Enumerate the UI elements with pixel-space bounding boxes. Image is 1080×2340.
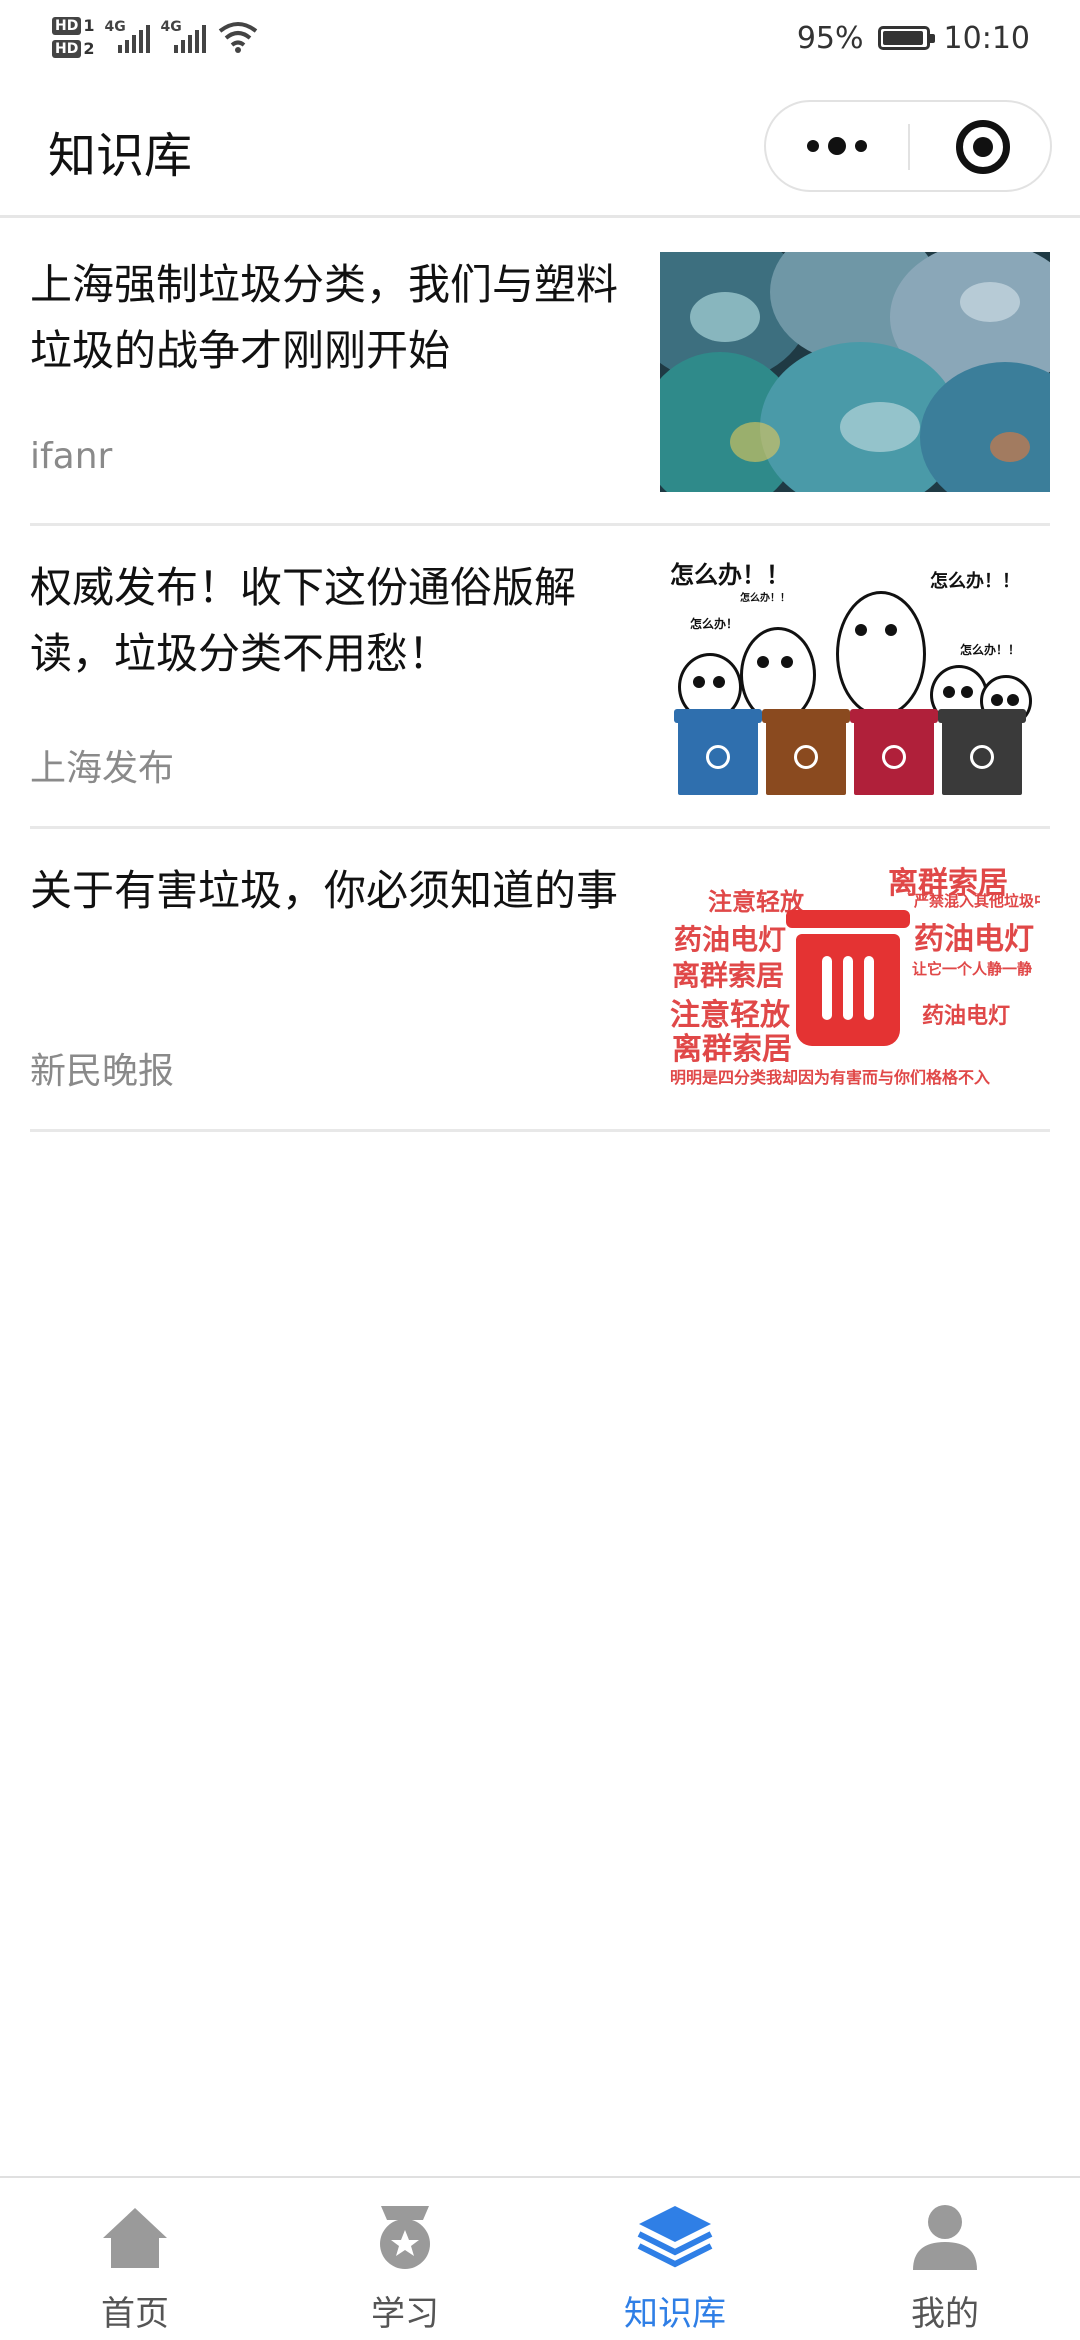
hazardous-waste-word-cloud: 药油电灯 离群索居 注意轻放 严禁混入其他垃圾中 药油电灯 离群索居 注意轻放 … — [668, 858, 1040, 1088]
thumb-text: 明明是四分类我却因为有害而与你们格格不入 — [670, 1068, 991, 1087]
article-source: ifanr — [30, 436, 113, 477]
mini-program-capsule — [764, 100, 1052, 192]
tab-home[interactable]: 首页 — [0, 2178, 270, 2340]
navigation-header: 知识库 — [0, 76, 1080, 218]
list-item[interactable]: 权威发布！收下这份通俗版解读，垃圾分类不用愁！ 上海发布 怎么办！！ 怎么办！！… — [30, 529, 1050, 829]
thumb-text: 怎么办！！ — [740, 593, 790, 604]
tab-knowledge-base-label: 知识库 — [624, 2294, 726, 2334]
medal-star-icon — [380, 2206, 430, 2269]
cellular-signal-2-icon: 4G — [160, 17, 207, 57]
sim2-index: 2 — [83, 39, 95, 58]
article-title: 权威发布！收下这份通俗版解读，垃圾分类不用愁！ — [30, 563, 577, 678]
article-source: 新民晚报 — [30, 1051, 175, 1092]
thumb-text: 离群索居 — [672, 959, 785, 992]
page-title: 知识库 — [48, 128, 193, 184]
dry-waste-bin-icon — [938, 709, 1026, 795]
article-title: 关于有害垃圾，你必须知道的事 — [30, 866, 619, 915]
list-item[interactable]: 上海强制垃圾分类，我们与塑料垃圾的战争才刚刚开始 ifanr — [30, 226, 1050, 526]
wifi-icon — [219, 22, 258, 53]
cellular-signal-1-icon: 4G — [104, 17, 151, 57]
tab-profile[interactable]: 我的 — [810, 2178, 1080, 2340]
battery-percentage: 95% — [796, 20, 864, 56]
article-title: 上海强制垃圾分类，我们与塑料垃圾的战争才刚刚开始 — [30, 260, 619, 375]
thumb-text: 离群索居 — [888, 866, 1008, 901]
thumb-text: 怎么办！ — [690, 617, 739, 631]
thumb-text: 怎么办！！ — [960, 643, 1021, 657]
battery-icon — [877, 26, 935, 50]
tab-study-label: 学习 — [371, 2294, 439, 2334]
tab-profile-label: 我的 — [911, 2294, 979, 2334]
status-bar-right: 95% 10:10 — [797, 10, 1030, 66]
thumb-text: 药油电灯 — [914, 922, 1034, 957]
clock: 10:10 — [943, 20, 1030, 56]
thumb-text: 药油电灯 — [674, 923, 787, 956]
list-item[interactable]: 关于有害垃圾，你必须知道的事 新民晚报 药油电灯 离群索居 注意轻放 严禁混入其… — [30, 832, 1050, 1132]
status-bar: HD 1 HD 2 4G 4G 95% 10:10 — [0, 0, 1080, 76]
bottom-tab-bar: 首页 学习 知识库 我的 — [0, 2176, 1080, 2340]
user-profile-icon — [913, 2205, 977, 2270]
home-icon — [103, 2208, 167, 2268]
layers-stack-icon — [637, 2206, 713, 2268]
recyclable-bin-icon — [674, 709, 762, 795]
article-source: 上海发布 — [30, 748, 175, 789]
tab-knowledge-base[interactable]: 知识库 — [540, 2178, 810, 2340]
thumb-text: 怎么办！！ — [930, 571, 1020, 592]
status-bar-left: HD 1 HD 2 4G 4G — [52, 6, 260, 68]
more-dots-icon[interactable] — [766, 102, 908, 190]
sim1-indicator: HD 1 — [52, 16, 94, 35]
thumb-text: 让它一个人静一静 — [912, 960, 1033, 978]
red-trash-can-icon — [786, 910, 910, 1048]
thumb-text: 药油电灯 — [922, 1004, 1011, 1029]
article-list: 上海强制垃圾分类，我们与塑料垃圾的战争才刚刚开始 ifanr 权威发布！收下这份… — [30, 226, 1050, 1135]
capsule-divider — [908, 124, 910, 170]
cartoon-trash-bins-illustration: 怎么办！！ 怎么办！！ 怎么办！ 怎么办！！ 怎么办！！ — [660, 555, 1050, 795]
target-close-icon[interactable] — [956, 120, 1010, 174]
hazardous-bin-icon — [850, 709, 938, 795]
sim2-indicator: HD 2 — [52, 39, 94, 58]
tab-study[interactable]: 学习 — [270, 2178, 540, 2340]
plastic-bottle-bags-photo — [660, 252, 1050, 492]
thumb-text: 怎么办！！ — [670, 561, 790, 589]
sim2-hd-badge: HD — [52, 39, 82, 58]
thumb-text: 离群索居 — [672, 1032, 792, 1067]
sim1-hd-badge: HD — [52, 16, 82, 35]
wet-waste-bin-icon — [762, 709, 850, 795]
sim1-index: 1 — [83, 16, 95, 35]
sim-indicators: HD 1 HD 2 — [52, 16, 94, 58]
tab-home-label: 首页 — [101, 2294, 169, 2334]
